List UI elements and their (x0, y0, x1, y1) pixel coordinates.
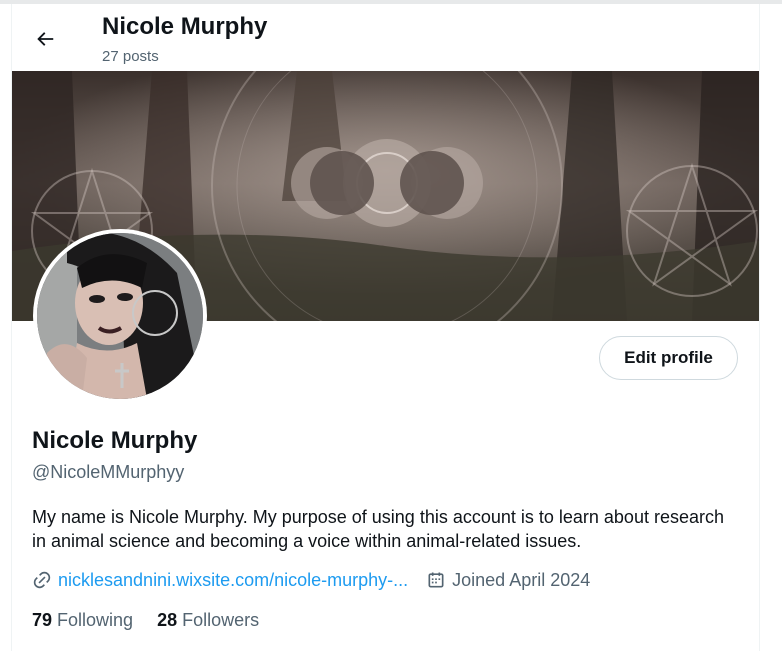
post-count: 27 posts (102, 48, 159, 65)
following-label: Following (57, 609, 134, 630)
header-title: Nicole Murphy (102, 13, 268, 40)
arrow-left-icon (37, 32, 54, 46)
back-button[interactable] (26, 20, 64, 58)
followers-label: Followers (182, 609, 260, 630)
website-link[interactable]: nicklesandnini.wixsite.com/nicole-murphy… (32, 570, 408, 591)
follow-stats: 79 Following 28 Followers (32, 608, 259, 632)
following-count: 79 (32, 609, 53, 630)
profile-page: Nicole Murphy 27 posts Edit profile Nico… (0, 0, 782, 651)
profile-meta: nicklesandnini.wixsite.com/nicole-murphy… (32, 568, 590, 592)
bio-text: My name is Nicole Murphy. My purpose of … (32, 507, 724, 551)
joined-text: Joined April 2024 (452, 569, 591, 590)
avatar-photo (37, 233, 203, 399)
display-name: Nicole Murphy (32, 427, 198, 454)
link-icon (32, 570, 52, 590)
avatar-ring[interactable] (33, 229, 207, 403)
website-url: nicklesandnini.wixsite.com/nicole-murphy… (58, 569, 409, 590)
avatar[interactable] (37, 233, 203, 399)
joined-date: Joined April 2024 (426, 570, 590, 591)
following-link[interactable]: 79 Following (32, 610, 133, 631)
top-divider (0, 0, 782, 4)
followers-link[interactable]: 28 Followers (157, 610, 259, 631)
column-border-right (759, 4, 760, 651)
user-handle: @NicoleMMurphyy (32, 462, 185, 482)
followers-count: 28 (157, 609, 178, 630)
edit-profile-button[interactable]: Edit profile (599, 336, 738, 380)
calendar-icon (426, 570, 446, 590)
